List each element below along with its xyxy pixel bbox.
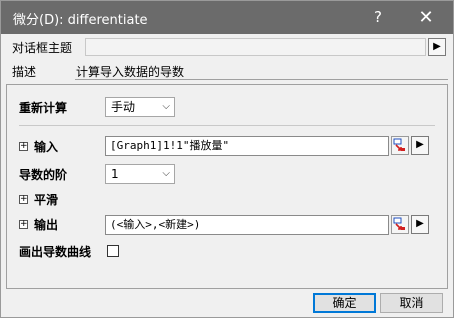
dialog-theme-label: 对话框主题: [12, 41, 73, 55]
triangle-right-icon: ▶: [416, 218, 424, 229]
smooth-label: 平滑: [34, 193, 59, 207]
order-label: 导数的阶: [19, 168, 68, 182]
cancel-button[interactable]: 取消: [380, 293, 443, 313]
differentiate-dialog: 微分(D): differentiate ? ✕ 对话框主题 ▶ 描述 计算导入…: [0, 0, 454, 318]
input-expand-icon[interactable]: +: [19, 142, 28, 151]
range-picker-icon: [393, 138, 405, 151]
settings-panel: 重新计算 手动 ⌵ + 输入 [Graph1]1!1"播放量" ▶ 导数的阶 1…: [6, 84, 448, 289]
triangle-right-icon: ▶: [433, 41, 441, 52]
output-expand-icon[interactable]: +: [19, 220, 28, 229]
theme-menu-button[interactable]: ▶: [428, 38, 446, 56]
close-button[interactable]: ✕: [405, 1, 447, 34]
smooth-expand-icon[interactable]: +: [19, 195, 28, 204]
title-bar[interactable]: 微分(D): differentiate ? ✕: [1, 1, 453, 34]
order-select[interactable]: 1 ⌵: [105, 164, 175, 184]
recalculate-select[interactable]: 手动 ⌵: [105, 97, 175, 117]
window-title: 微分(D): differentiate: [13, 13, 148, 28]
output-picker-button[interactable]: [391, 215, 409, 234]
output-menu-button[interactable]: ▶: [411, 215, 429, 234]
chevron-down-icon: ⌵: [162, 168, 170, 179]
description-underline: [75, 79, 448, 80]
divider: [19, 125, 435, 126]
plot-curve-label: 画出导数曲线: [19, 245, 92, 259]
recalculate-label: 重新计算: [19, 101, 68, 115]
range-picker-button[interactable]: [391, 136, 409, 155]
range-picker-icon: [393, 217, 405, 230]
chevron-down-icon: ⌵: [162, 101, 170, 112]
description-label: 描述: [12, 65, 37, 79]
input-menu-button[interactable]: ▶: [411, 136, 429, 155]
triangle-right-icon: ▶: [416, 139, 424, 150]
description-text: 计算导入数据的导数: [76, 65, 185, 79]
dialog-theme-field[interactable]: [85, 38, 426, 56]
recalculate-value: 手动: [111, 100, 136, 114]
plot-curve-checkbox[interactable]: [107, 245, 119, 257]
output-range-field[interactable]: (<输入>,<新建>): [105, 215, 389, 235]
input-range-field[interactable]: [Graph1]1!1"播放量": [105, 136, 389, 156]
output-label: 输出: [34, 218, 59, 232]
input-label: 输入: [34, 140, 59, 154]
help-button[interactable]: ?: [357, 1, 399, 34]
order-value: 1: [111, 167, 119, 181]
ok-button[interactable]: 确定: [313, 293, 376, 313]
